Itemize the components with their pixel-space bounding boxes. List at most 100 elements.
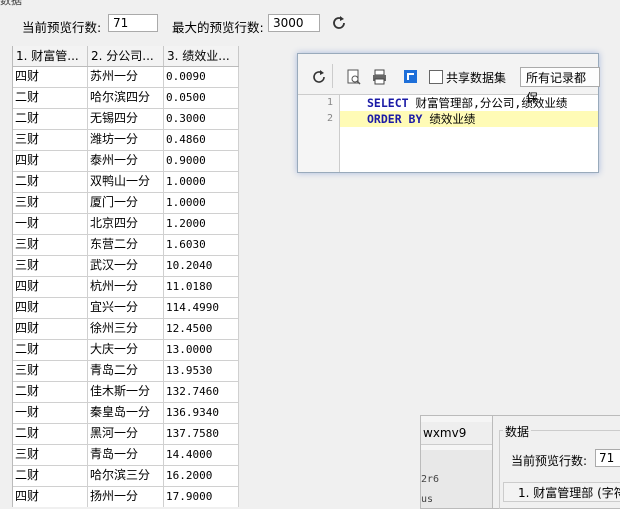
cell-branch[interactable]: 秦皇岛一分 <box>88 403 164 423</box>
table-row[interactable]: 四财 宜兴一分 114.4990 <box>13 298 239 319</box>
cell-department[interactable]: 四财 <box>13 487 88 507</box>
panel-tab[interactable]: wxmv9 <box>421 422 498 445</box>
table-row[interactable]: 二财 大庆一分 13.0000 <box>13 340 239 361</box>
table-row[interactable]: 四财 杭州一分 11.0180 <box>13 277 239 298</box>
cell-performance[interactable]: 12.4500 <box>164 319 239 339</box>
cell-branch[interactable]: 佳木斯一分 <box>88 382 164 402</box>
cell-department[interactable]: 二财 <box>13 424 88 444</box>
cell-performance[interactable]: 11.0180 <box>164 277 239 297</box>
cell-branch[interactable]: 哈尔滨四分 <box>88 88 164 108</box>
max-preview-input[interactable] <box>268 14 320 32</box>
cell-branch[interactable]: 双鸭山一分 <box>88 172 164 192</box>
cell-performance[interactable]: 16.2000 <box>164 466 239 486</box>
cell-department[interactable]: 三财 <box>13 235 88 255</box>
table-row[interactable]: 四财 徐州三分 12.4500 <box>13 319 239 340</box>
table-row[interactable]: 二财 双鸭山一分 1.0000 <box>13 172 239 193</box>
cell-branch[interactable]: 无锡四分 <box>88 109 164 129</box>
cell-department[interactable]: 三财 <box>13 361 88 381</box>
cell-performance[interactable]: 0.0090 <box>164 67 239 87</box>
column-header-1[interactable]: 1. 财富管理部 (字符 <box>503 482 620 502</box>
table-row[interactable]: 三财 东营二分 1.6030 <box>13 235 239 256</box>
cell-department[interactable]: 二财 <box>13 88 88 108</box>
print-icon[interactable] <box>371 68 389 86</box>
cell-branch[interactable]: 青岛一分 <box>88 445 164 465</box>
refresh-icon[interactable] <box>330 14 348 32</box>
cell-branch[interactable]: 武汉一分 <box>88 256 164 276</box>
cell-branch[interactable]: 青岛二分 <box>88 361 164 381</box>
table-row[interactable]: 二财 佳木斯一分 132.7460 <box>13 382 239 403</box>
cell-department[interactable]: 一财 <box>13 403 88 423</box>
table-row[interactable]: 一财 北京四分 1.2000 <box>13 214 239 235</box>
table-row[interactable]: 三财 潍坊一分 0.4860 <box>13 130 239 151</box>
cell-performance[interactable]: 1.6030 <box>164 235 239 255</box>
sql-code-area[interactable]: SELECT 财富管理部,分公司,绩效业绩 ORDER BY 绩效业绩 <box>340 95 598 172</box>
table-row[interactable]: 三财 青岛一分 14.4000 <box>13 445 239 466</box>
cell-branch[interactable]: 徐州三分 <box>88 319 164 339</box>
cell-department[interactable]: 二财 <box>13 466 88 486</box>
cell-performance[interactable]: 13.9530 <box>164 361 239 381</box>
cell-branch[interactable]: 东营二分 <box>88 235 164 255</box>
table-row[interactable]: 四财 泰州一分 0.9000 <box>13 151 239 172</box>
cell-department[interactable]: 四财 <box>13 277 88 297</box>
table-row[interactable]: 三财 厦门一分 1.0000 <box>13 193 239 214</box>
cell-department[interactable]: 二财 <box>13 172 88 192</box>
cell-performance[interactable]: 0.3000 <box>164 109 239 129</box>
dataset-icon[interactable] <box>402 68 420 86</box>
table-row[interactable]: 二财 无锡四分 0.3000 <box>13 109 239 130</box>
column-header-1[interactable]: 1. 财富管... <box>13 46 88 66</box>
cell-branch[interactable]: 大庆一分 <box>88 340 164 360</box>
cell-branch[interactable]: 哈尔滨三分 <box>88 466 164 486</box>
cell-department[interactable]: 三财 <box>13 130 88 150</box>
current-preview-input[interactable] <box>108 14 158 32</box>
cell-performance[interactable]: 1.0000 <box>164 193 239 213</box>
cell-performance[interactable]: 1.2000 <box>164 214 239 234</box>
cell-performance[interactable]: 0.4860 <box>164 130 239 150</box>
table-row[interactable]: 三财 青岛二分 13.9530 <box>13 361 239 382</box>
cell-department[interactable]: 二财 <box>13 109 88 129</box>
cell-department[interactable]: 三财 <box>13 256 88 276</box>
current-preview-input[interactable] <box>595 449 620 467</box>
cell-branch[interactable]: 厦门一分 <box>88 193 164 213</box>
cell-performance[interactable]: 17.9000 <box>164 487 239 507</box>
cell-department[interactable]: 四财 <box>13 319 88 339</box>
cell-performance[interactable]: 136.9340 <box>164 403 239 423</box>
cell-department[interactable]: 三财 <box>13 193 88 213</box>
save-all-records-button[interactable]: 所有记录都保 <box>520 67 600 105</box>
table-row[interactable]: 二财 黑河一分 137.7580 <box>13 424 239 445</box>
cell-branch[interactable]: 黑河一分 <box>88 424 164 444</box>
cell-branch[interactable]: 苏州一分 <box>88 67 164 87</box>
table-row[interactable]: 四财 扬州一分 17.9000 <box>13 487 239 507</box>
table-row[interactable]: 四财 苏州一分 0.0090 <box>13 67 239 88</box>
cell-department[interactable]: 二财 <box>13 382 88 402</box>
cell-branch[interactable]: 扬州一分 <box>88 487 164 507</box>
cell-department[interactable]: 四财 <box>13 67 88 87</box>
cell-performance[interactable]: 10.2040 <box>164 256 239 276</box>
cell-performance[interactable]: 0.0500 <box>164 88 239 108</box>
cell-performance[interactable]: 13.0000 <box>164 340 239 360</box>
cell-performance[interactable]: 14.4000 <box>164 445 239 465</box>
table-row[interactable]: 二财 哈尔滨三分 16.2000 <box>13 466 239 487</box>
cell-performance[interactable]: 0.9000 <box>164 151 239 171</box>
cell-performance[interactable]: 114.4990 <box>164 298 239 318</box>
cell-performance[interactable]: 137.7580 <box>164 424 239 444</box>
cell-department[interactable]: 二财 <box>13 340 88 360</box>
preview-icon[interactable] <box>345 68 363 86</box>
cell-department[interactable]: 一财 <box>13 214 88 234</box>
cell-department[interactable]: 三财 <box>13 445 88 465</box>
refresh-icon[interactable] <box>310 68 328 86</box>
shared-dataset-checkbox[interactable] <box>429 70 443 84</box>
column-header-2[interactable]: 2. 分公司... <box>88 46 164 66</box>
cell-branch[interactable]: 杭州一分 <box>88 277 164 297</box>
cell-performance[interactable]: 1.0000 <box>164 172 239 192</box>
table-row[interactable]: 一财 秦皇岛一分 136.9340 <box>13 403 239 424</box>
cell-branch[interactable]: 北京四分 <box>88 214 164 234</box>
column-header-3[interactable]: 3. 绩效业... <box>164 46 239 66</box>
cell-branch[interactable]: 潍坊一分 <box>88 130 164 150</box>
cell-department[interactable]: 四财 <box>13 298 88 318</box>
cell-branch[interactable]: 宜兴一分 <box>88 298 164 318</box>
cell-department[interactable]: 四财 <box>13 151 88 171</box>
table-row[interactable]: 二财 哈尔滨四分 0.0500 <box>13 88 239 109</box>
cell-branch[interactable]: 泰州一分 <box>88 151 164 171</box>
cell-performance[interactable]: 132.7460 <box>164 382 239 402</box>
table-row[interactable]: 三财 武汉一分 10.2040 <box>13 256 239 277</box>
